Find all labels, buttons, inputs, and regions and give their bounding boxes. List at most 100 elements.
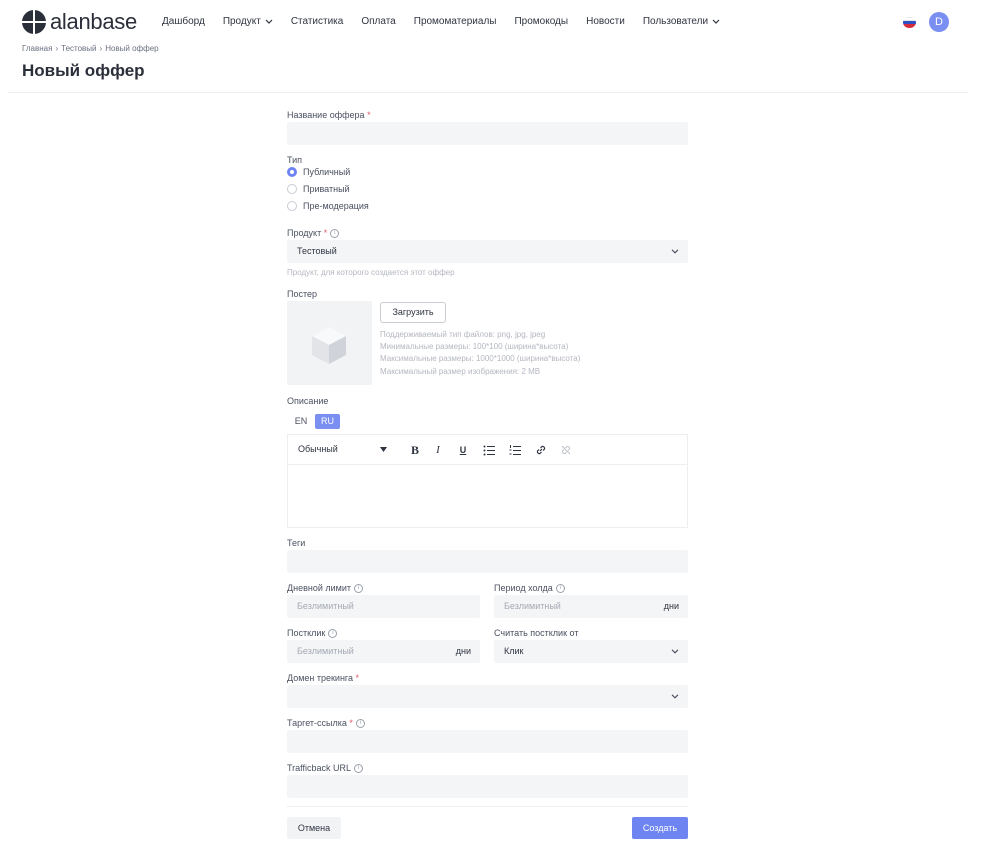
info-icon[interactable]: i: [328, 629, 338, 639]
caret-down-icon[interactable]: [380, 447, 387, 452]
chevron-right-icon: ›: [99, 44, 103, 53]
radio-private[interactable]: Приватный: [287, 184, 350, 194]
divider: [287, 806, 688, 807]
bullet-list-icon[interactable]: [483, 445, 495, 456]
daily-limit-input[interactable]: Безлимитный: [287, 595, 480, 618]
link-icon[interactable]: [535, 444, 547, 456]
nav-product-label: Продукт: [222, 16, 261, 27]
nav-news-label: Новости: [586, 16, 625, 27]
postclick-placeholder: Безлимитный: [297, 646, 354, 656]
alanbase-logo-icon: [22, 10, 46, 34]
radio-premoderation[interactable]: Пре-модерация: [287, 201, 369, 211]
radio-unselected-icon: [287, 184, 297, 194]
info-icon[interactable]: i: [354, 764, 364, 774]
breadcrumb-product[interactable]: Тестовый: [61, 44, 96, 53]
tracking-domain-select[interactable]: [287, 685, 688, 708]
bold-icon[interactable]: B: [408, 441, 422, 459]
cancel-button[interactable]: Отмена: [287, 817, 341, 839]
divider: [8, 92, 968, 93]
editor-toolbar: Обычный B I U: [288, 435, 687, 465]
chevron-down-icon: [712, 19, 720, 24]
postclick-label: Постклик i: [287, 628, 338, 639]
breadcrumb: Главная › Тестовый › Новый оффер: [22, 44, 159, 53]
type-label: Тип: [287, 155, 303, 165]
nav-users-label: Пользователи: [642, 16, 709, 27]
ru-flag-icon[interactable]: [903, 17, 916, 28]
postclick-from-label: Считать постклик от: [494, 628, 579, 638]
daily-limit-label: Дневной лимит i: [287, 583, 363, 594]
nav-payment[interactable]: Оплата: [361, 16, 395, 27]
info-icon[interactable]: i: [555, 584, 565, 594]
nav-product[interactable]: Продукт: [223, 16, 273, 27]
hold-period-suffix: дни: [663, 601, 679, 611]
page-title: Новый оффер: [22, 61, 145, 80]
product-label: Продукт * i: [287, 228, 340, 239]
daily-limit-placeholder: Безлимитный: [297, 601, 354, 611]
nav-promo-materials-label: Промоматериалы: [413, 16, 497, 27]
nav-payment-label: Оплата: [361, 16, 396, 27]
create-button[interactable]: Создать: [632, 817, 688, 839]
radio-public-label: Публичный: [303, 167, 351, 177]
avatar[interactable]: D: [929, 12, 949, 32]
trafficback-input[interactable]: [287, 775, 688, 798]
chevron-right-icon: ›: [55, 44, 59, 53]
product-hint: Продукт, для которого создается этот офф…: [287, 268, 455, 277]
nav-news[interactable]: Новости: [586, 16, 625, 27]
info-icon[interactable]: i: [355, 719, 365, 729]
description-editor[interactable]: Обычный B I U: [287, 434, 688, 528]
product-select[interactable]: Тестовый: [287, 240, 688, 263]
offer-name-input[interactable]: [287, 122, 688, 145]
product-select-value: Тестовый: [297, 246, 337, 256]
underline-icon[interactable]: U: [457, 441, 469, 459]
unlink-icon[interactable]: [560, 444, 572, 456]
info-icon[interactable]: i: [330, 229, 340, 239]
poster-hint-types: Поддерживаемый тип файлов: png, jpg, jpe…: [380, 330, 546, 339]
nav-promo-materials[interactable]: Промоматериалы: [414, 16, 497, 27]
upload-button[interactable]: Загрузить: [380, 302, 446, 323]
info-icon[interactable]: i: [353, 584, 363, 594]
nav-users[interactable]: Пользователи: [643, 16, 720, 27]
chevron-down-icon: [671, 694, 679, 699]
tags-input[interactable]: [287, 550, 688, 573]
trafficback-label: Trafficback URL i: [287, 763, 364, 774]
italic-icon[interactable]: I: [432, 441, 444, 459]
radio-public[interactable]: Публичный: [287, 167, 350, 177]
target-link-input[interactable]: [287, 730, 688, 753]
format-select[interactable]: Обычный: [298, 444, 338, 454]
poster-hint-max-size: Максимальные размеры: 1000*1000 (ширина*…: [380, 354, 581, 363]
postclick-input[interactable]: Безлимитный дни: [287, 640, 480, 663]
breadcrumb-home[interactable]: Главная: [22, 44, 52, 53]
poster-hint-max-weight: Максимальный размер изображения: 2 MB: [380, 367, 541, 376]
radio-private-label: Приватный: [303, 184, 350, 194]
nav-statistics-label: Статистика: [290, 16, 344, 27]
chevron-down-icon: [265, 19, 273, 24]
offer-name-label: Название оффера *: [287, 110, 371, 120]
postclick-suffix: дни: [455, 646, 471, 656]
nav-dashboard[interactable]: Дашборд: [162, 16, 205, 27]
alanbase-logo[interactable]: alanbase: [22, 10, 137, 34]
nav-promocodes-label: Промокоды: [514, 16, 569, 27]
tracking-domain-label: Домен трекинга *: [287, 673, 360, 683]
top-navigation-bar: alanbase Дашборд Продукт Статистика Опла…: [0, 0, 992, 40]
avatar-letter: D: [935, 16, 943, 28]
postclick-from-value: Клик: [504, 646, 524, 656]
poster-placeholder: [287, 301, 372, 385]
hold-period-label: Период холда i: [494, 583, 565, 594]
nav-dashboard-label: Дашборд: [162, 16, 205, 27]
tags-label: Теги: [287, 538, 306, 548]
nav-promocodes[interactable]: Промокоды: [514, 16, 568, 27]
main-nav: Дашборд Продукт Статистика Оплата Промом…: [162, 16, 738, 27]
chevron-down-icon: [671, 249, 679, 254]
tab-en[interactable]: EN: [289, 414, 313, 429]
target-link-label: Таргет-ссылка * i: [287, 718, 365, 729]
image-placeholder-icon: [312, 327, 346, 364]
logo-text: alanbase: [50, 9, 137, 34]
description-label: Описание: [287, 396, 329, 406]
hold-period-input[interactable]: Безлимитный дни: [494, 595, 688, 618]
nav-statistics[interactable]: Статистика: [291, 16, 344, 27]
tab-ru[interactable]: RU: [315, 414, 340, 429]
postclick-from-select[interactable]: Клик: [494, 640, 688, 663]
ordered-list-icon[interactable]: [509, 445, 521, 456]
radio-selected-icon: [287, 167, 297, 177]
poster-hint-min-size: Минимальные размеры: 100*100 (ширина*выс…: [380, 342, 569, 351]
